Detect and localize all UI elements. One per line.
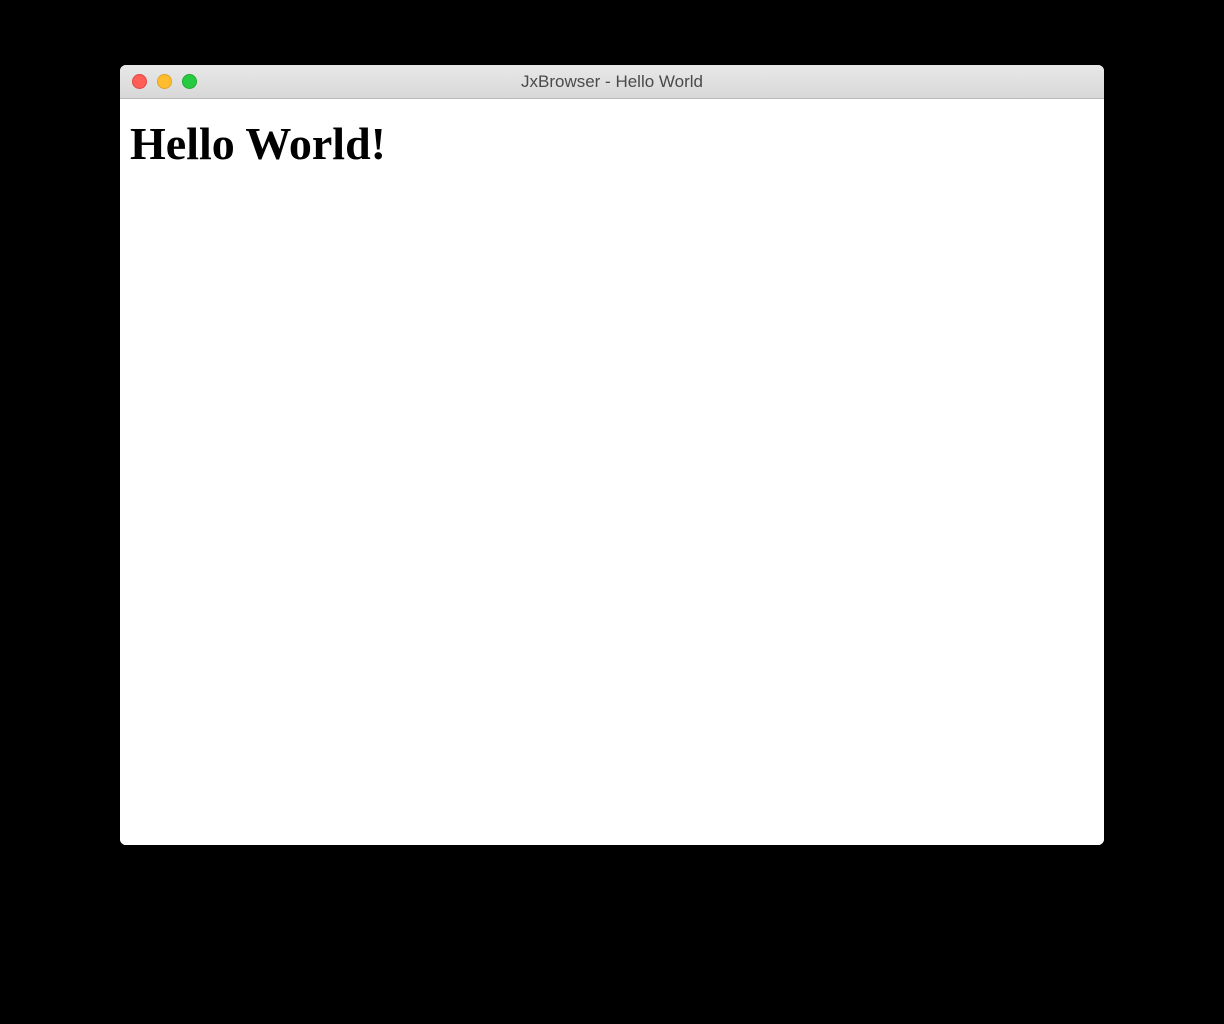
titlebar: JxBrowser - Hello World [120,65,1104,99]
browser-content: Hello World! [120,99,1104,845]
minimize-icon[interactable] [157,74,172,89]
traffic-lights [120,74,197,89]
application-window: JxBrowser - Hello World Hello World! [120,65,1104,845]
close-icon[interactable] [132,74,147,89]
page-heading: Hello World! [130,117,1094,170]
maximize-icon[interactable] [182,74,197,89]
window-title: JxBrowser - Hello World [120,72,1104,92]
